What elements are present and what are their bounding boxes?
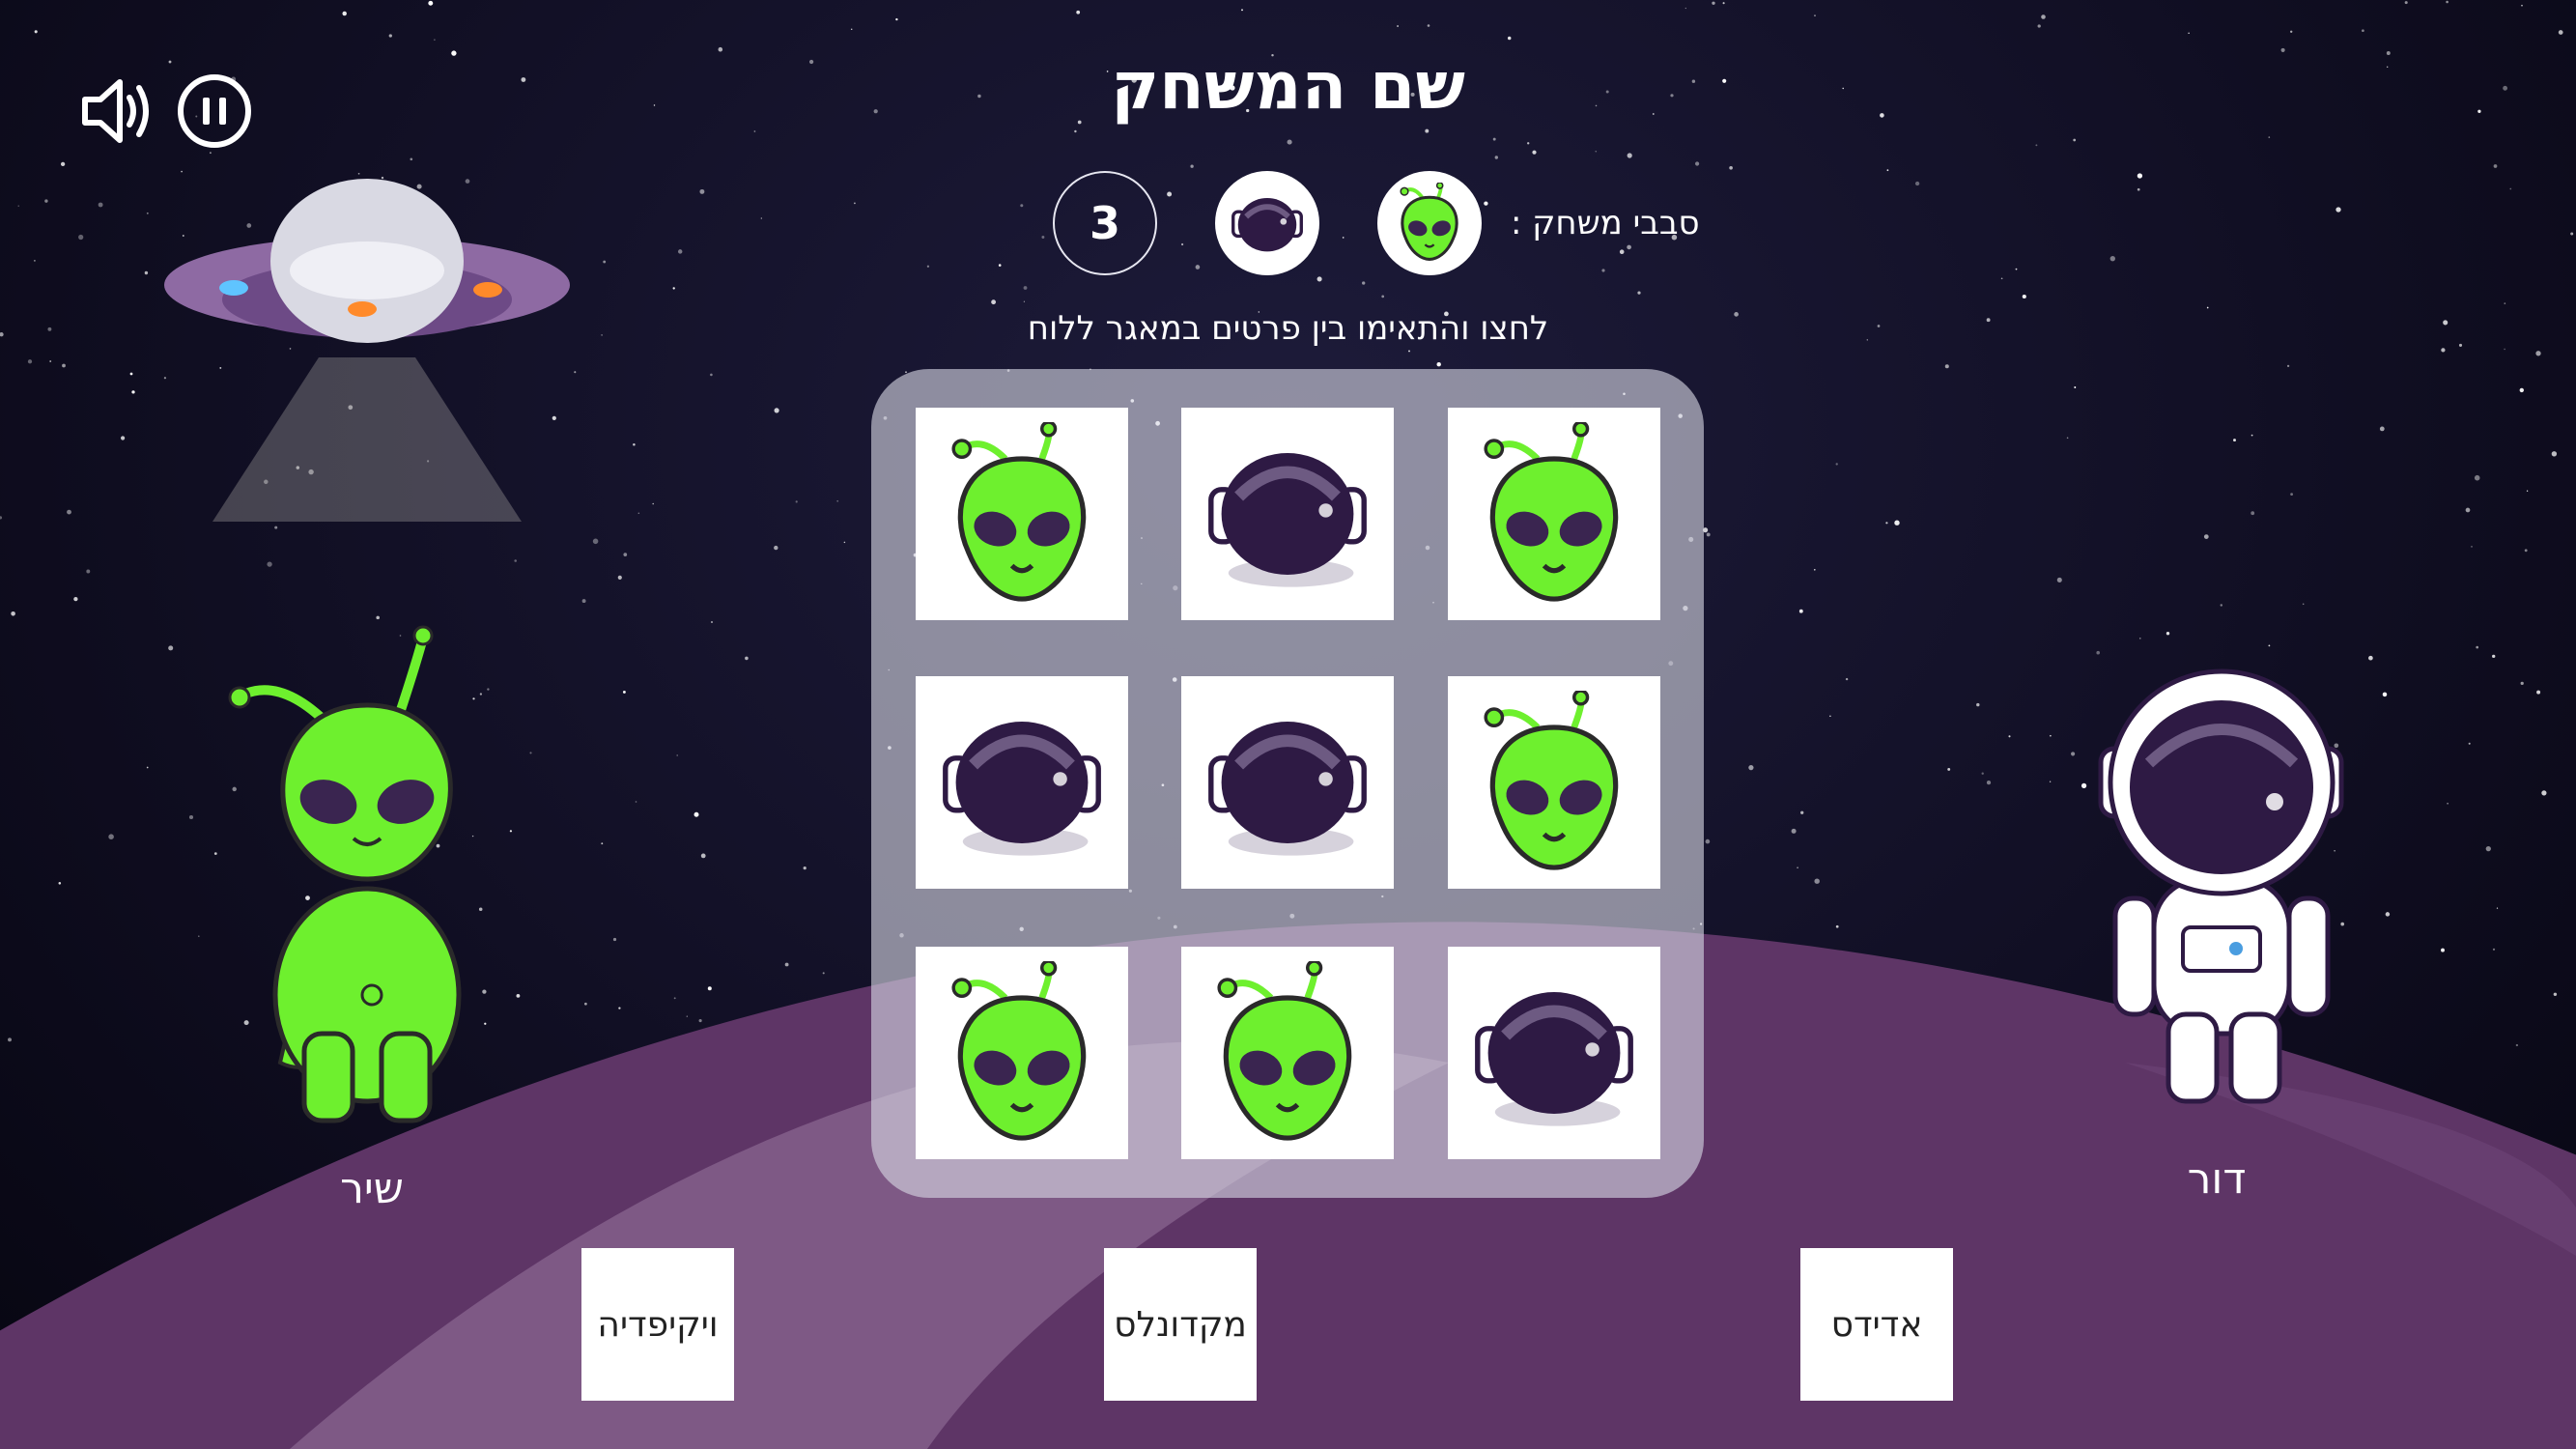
board-tile-alien[interactable]	[1181, 947, 1394, 1159]
rounds-label: סבבי משחק :	[1511, 204, 1700, 242]
rounds-remaining-count: 3	[1053, 171, 1157, 275]
board-tile-alien[interactable]	[916, 408, 1128, 620]
alien-character	[228, 625, 462, 1123]
board-tile-helmet[interactable]	[916, 676, 1128, 889]
answer-card-wikipedia[interactable]: ויקיפדיה	[581, 1248, 734, 1401]
board-tile-helmet[interactable]	[1181, 676, 1394, 889]
astronaut-helmet-icon	[1215, 171, 1319, 275]
answer-card-mcdonalds[interactable]: מקדונלס	[1104, 1248, 1257, 1401]
astronaut-character	[2098, 668, 2344, 1104]
board-tile-alien[interactable]	[1448, 676, 1660, 889]
alien-head-icon	[1377, 171, 1482, 275]
board-tile-alien[interactable]	[916, 947, 1128, 1159]
rounds-indicator: 3 סבבי משחק :	[1053, 167, 1700, 279]
game-board	[871, 369, 1704, 1198]
ufo-illustration	[164, 179, 570, 522]
board-tile-alien[interactable]	[1448, 408, 1660, 620]
right-player-name: דור	[2187, 1154, 2247, 1204]
game-title: שם המשחק	[1111, 48, 1465, 125]
left-player-name: שיר	[340, 1164, 404, 1213]
instruction-text: לחצו והתאימו בין פרטים במאגר ללוח	[1027, 309, 1549, 348]
board-tile-helmet[interactable]	[1448, 947, 1660, 1159]
answer-card-adidas[interactable]: אדידס	[1800, 1248, 1953, 1401]
board-tile-helmet[interactable]	[1181, 408, 1394, 620]
